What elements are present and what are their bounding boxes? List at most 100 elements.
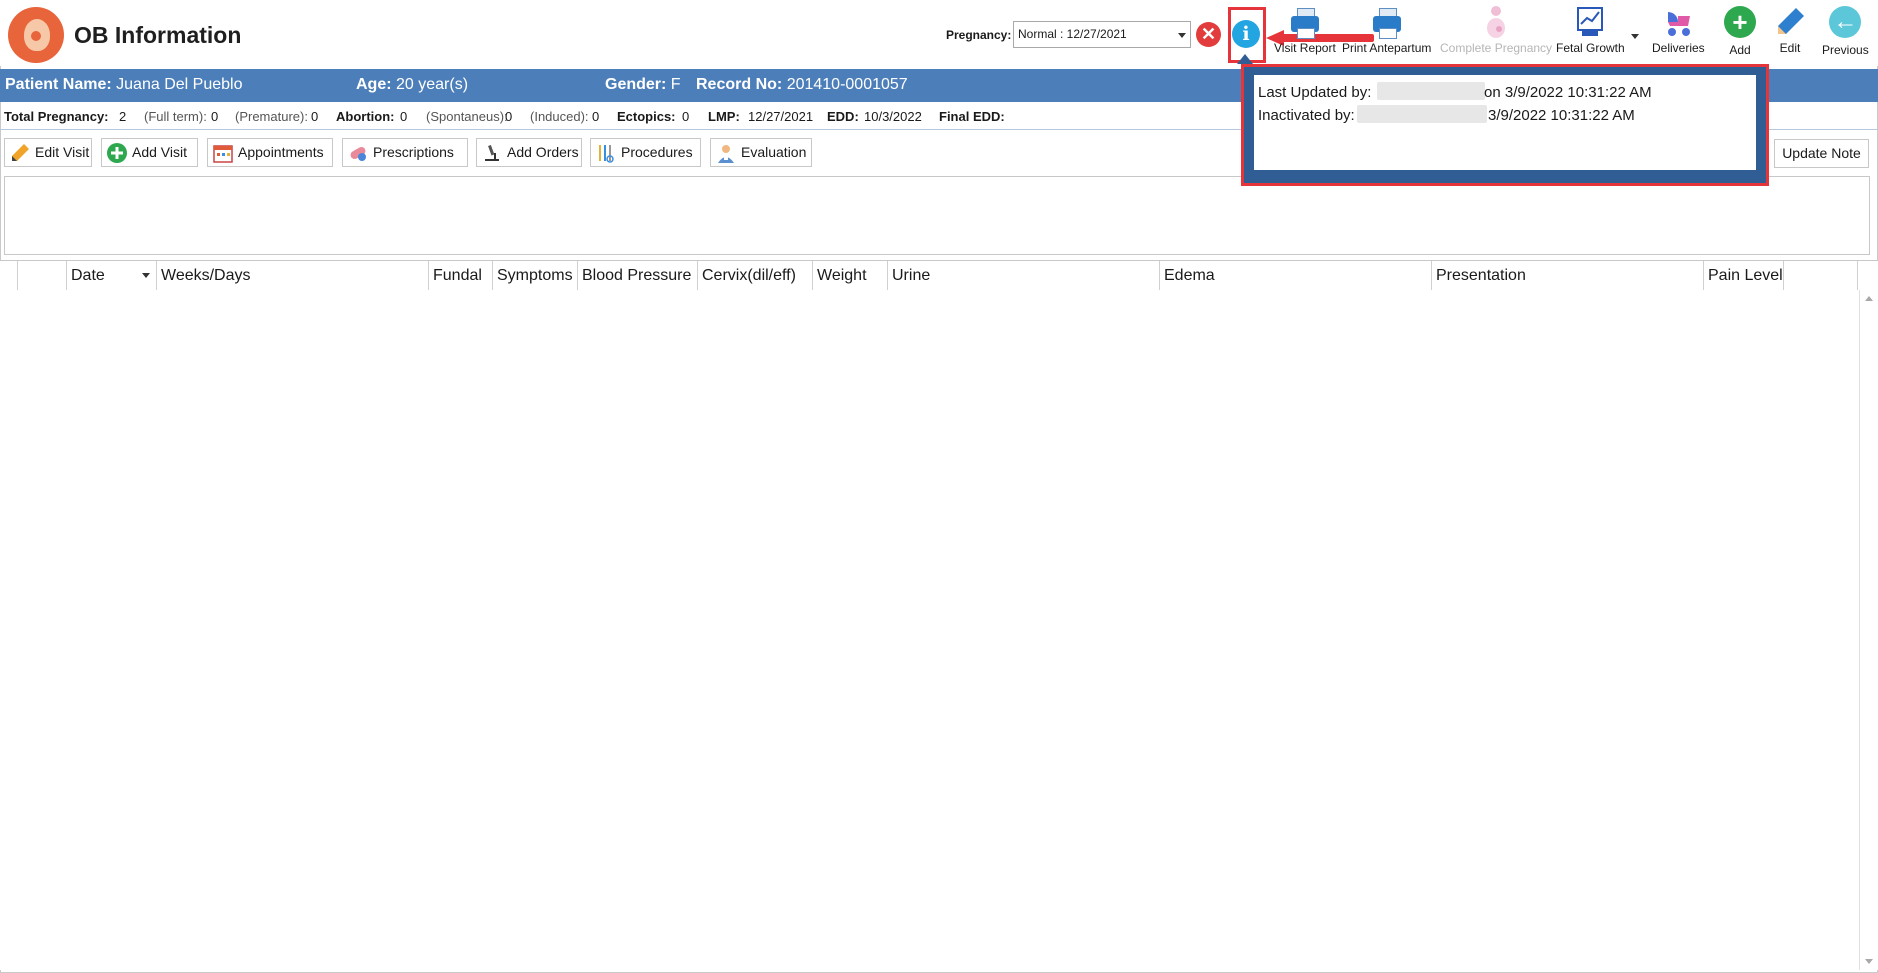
pregnant-woman-icon [1478, 4, 1514, 40]
spontaneus-label: (Spontaneus): [426, 109, 508, 124]
column-header-pain-level[interactable]: Pain Level [1704, 261, 1784, 290]
pill-icon [350, 147, 366, 161]
complete-pregnancy-button[interactable]: Complete Pregnancy [1440, 4, 1552, 55]
pregnancy-label: Pregnancy: [946, 28, 1012, 42]
edit-visit-button[interactable]: Edit Visit [4, 138, 92, 167]
inactivated-line: Inactivated by: [1258, 107, 1355, 124]
prescriptions-button[interactable]: Prescriptions [342, 138, 468, 167]
pregnancy-select-value: Normal : 12/27/2021 [1018, 27, 1127, 41]
record-value: 201410-0001057 [786, 76, 908, 93]
column-header-presentation[interactable]: Presentation [1432, 261, 1704, 290]
sort-chevron-down-icon [142, 273, 150, 278]
column-header-weight[interactable]: Weight [813, 261, 888, 290]
grid-select-column [18, 261, 67, 290]
fetal-growth-button[interactable]: Fetal Growth [1556, 4, 1625, 55]
appointments-button[interactable]: Appointments [207, 138, 333, 167]
ectopics-label: Ectopics: [617, 109, 676, 124]
edit-button[interactable]: Edit [1772, 4, 1808, 55]
inactivated-suffix: 3/9/2022 10:31:22 AM [1488, 107, 1635, 124]
edit-label: Edit [1779, 41, 1801, 55]
visits-grid-body[interactable] [0, 290, 1878, 970]
full-term-value: 0 [211, 109, 219, 124]
lmp-value: 12/27/2021 [748, 109, 814, 124]
redacted-user [1377, 82, 1485, 100]
surgical-tools-icon [599, 145, 614, 163]
printer-icon [1369, 4, 1405, 40]
print-antepartum-button[interactable]: Print Antepartum [1342, 4, 1431, 55]
redacted-user [1357, 105, 1487, 123]
notes-textarea[interactable] [4, 176, 1870, 255]
procedures-button[interactable]: Procedures [590, 138, 701, 167]
deliveries-button[interactable]: Deliveries [1652, 4, 1705, 55]
procedures-label: Procedures [621, 144, 693, 160]
previous-button[interactable]: ← Previous [1822, 4, 1869, 57]
column-header-weeks-days[interactable]: Weeks/Days [157, 261, 429, 290]
visits-grid-header: Date Weeks/Days Fundal Symptoms Blood Pr… [0, 260, 1878, 291]
update-note-button[interactable]: Update Note [1774, 139, 1869, 168]
gender-label: Gender: [605, 76, 667, 93]
edd-value: 10/3/2022 [864, 109, 922, 124]
last-updated-label: Last Updated by: [1258, 84, 1372, 101]
calendar-icon [213, 145, 233, 163]
total-pregnancy-value: 2 [119, 109, 127, 124]
info-icon[interactable]: i [1232, 20, 1260, 48]
clear-pregnancy-close-icon[interactable]: ✕ [1196, 22, 1221, 47]
grid-indicator-column [0, 261, 18, 290]
scroll-down-icon[interactable] [1865, 959, 1873, 964]
evaluation-label: Evaluation [741, 144, 807, 160]
last-updated-line: Last Updated by: [1258, 84, 1371, 101]
inactivated-label: Inactivated by: [1258, 107, 1355, 124]
patient-name-label: Patient Name: [5, 76, 112, 93]
edd-label: EDD: [827, 109, 859, 124]
abortion-label: Abortion: [336, 109, 395, 124]
column-header-date[interactable]: Date [67, 261, 157, 290]
add-orders-button[interactable]: Add Orders [476, 138, 582, 167]
plus-circle-icon [107, 143, 127, 163]
page-title: OB Information [74, 22, 242, 48]
premature-label: (Premature): [235, 109, 308, 124]
visit-report-button[interactable]: Visit Report [1274, 4, 1336, 55]
add-button[interactable]: + Add [1722, 4, 1758, 57]
column-header-blood-pressure[interactable]: Blood Pressure [578, 261, 698, 290]
add-orders-label: Add Orders [507, 144, 579, 160]
complete-pregnancy-label: Complete Pregnancy [1440, 41, 1553, 55]
age-value: 20 year(s) [396, 76, 469, 93]
stroller-icon [1660, 4, 1696, 40]
evaluation-button[interactable]: Evaluation [710, 138, 812, 167]
final-edd-label: Final EDD: [939, 109, 1005, 124]
info-popup-content: Last Updated by: on 3/9/2022 10:31:22 AM… [1254, 75, 1756, 170]
chevron-down-icon [1178, 33, 1186, 38]
grid-filler-column [1784, 261, 1858, 290]
edit-visit-label: Edit Visit [35, 144, 90, 160]
patient-name-value: Juana Del Pueblo [116, 76, 243, 93]
induced-value: 0 [592, 109, 600, 124]
record-label: Record No: [696, 76, 783, 93]
deliveries-label: Deliveries [1652, 41, 1705, 55]
scroll-up-icon[interactable] [1865, 296, 1873, 301]
add-visit-button[interactable]: Add Visit [101, 138, 198, 167]
printer-icon [1287, 4, 1323, 40]
column-header-fundal[interactable]: Fundal [429, 261, 493, 290]
prescriptions-label: Prescriptions [373, 144, 454, 160]
premature-value: 0 [311, 109, 319, 124]
column-header-symptoms[interactable]: Symptoms [493, 261, 578, 290]
column-header-urine[interactable]: Urine [888, 261, 1160, 290]
pencil-icon [12, 144, 29, 161]
ob-logo-icon [8, 7, 64, 63]
previous-label: Previous [1822, 43, 1869, 57]
arrow-left-circle-icon: ← [1827, 6, 1863, 42]
grid-vertical-scrollbar[interactable] [1859, 290, 1878, 970]
pregnancy-select[interactable]: Normal : 12/27/2021 [1013, 21, 1191, 48]
add-label: Add [1729, 43, 1751, 57]
spontaneus-value: 0 [505, 109, 513, 124]
visit-report-label: Visit Report [1274, 41, 1336, 55]
ectopics-value: 0 [682, 109, 690, 124]
fetal-growth-dropdown-chevron-down-icon[interactable] [1631, 34, 1639, 39]
column-header-cervix[interactable]: Cervix(dil/eff) [698, 261, 813, 290]
abortion-value: 0 [400, 109, 408, 124]
column-header-edema[interactable]: Edema [1160, 261, 1432, 290]
microscope-icon [485, 145, 499, 161]
info-popup: Last Updated by: on 3/9/2022 10:31:22 AM… [1241, 64, 1769, 186]
doctor-icon [718, 145, 734, 163]
induced-label: (Induced): [530, 109, 589, 124]
